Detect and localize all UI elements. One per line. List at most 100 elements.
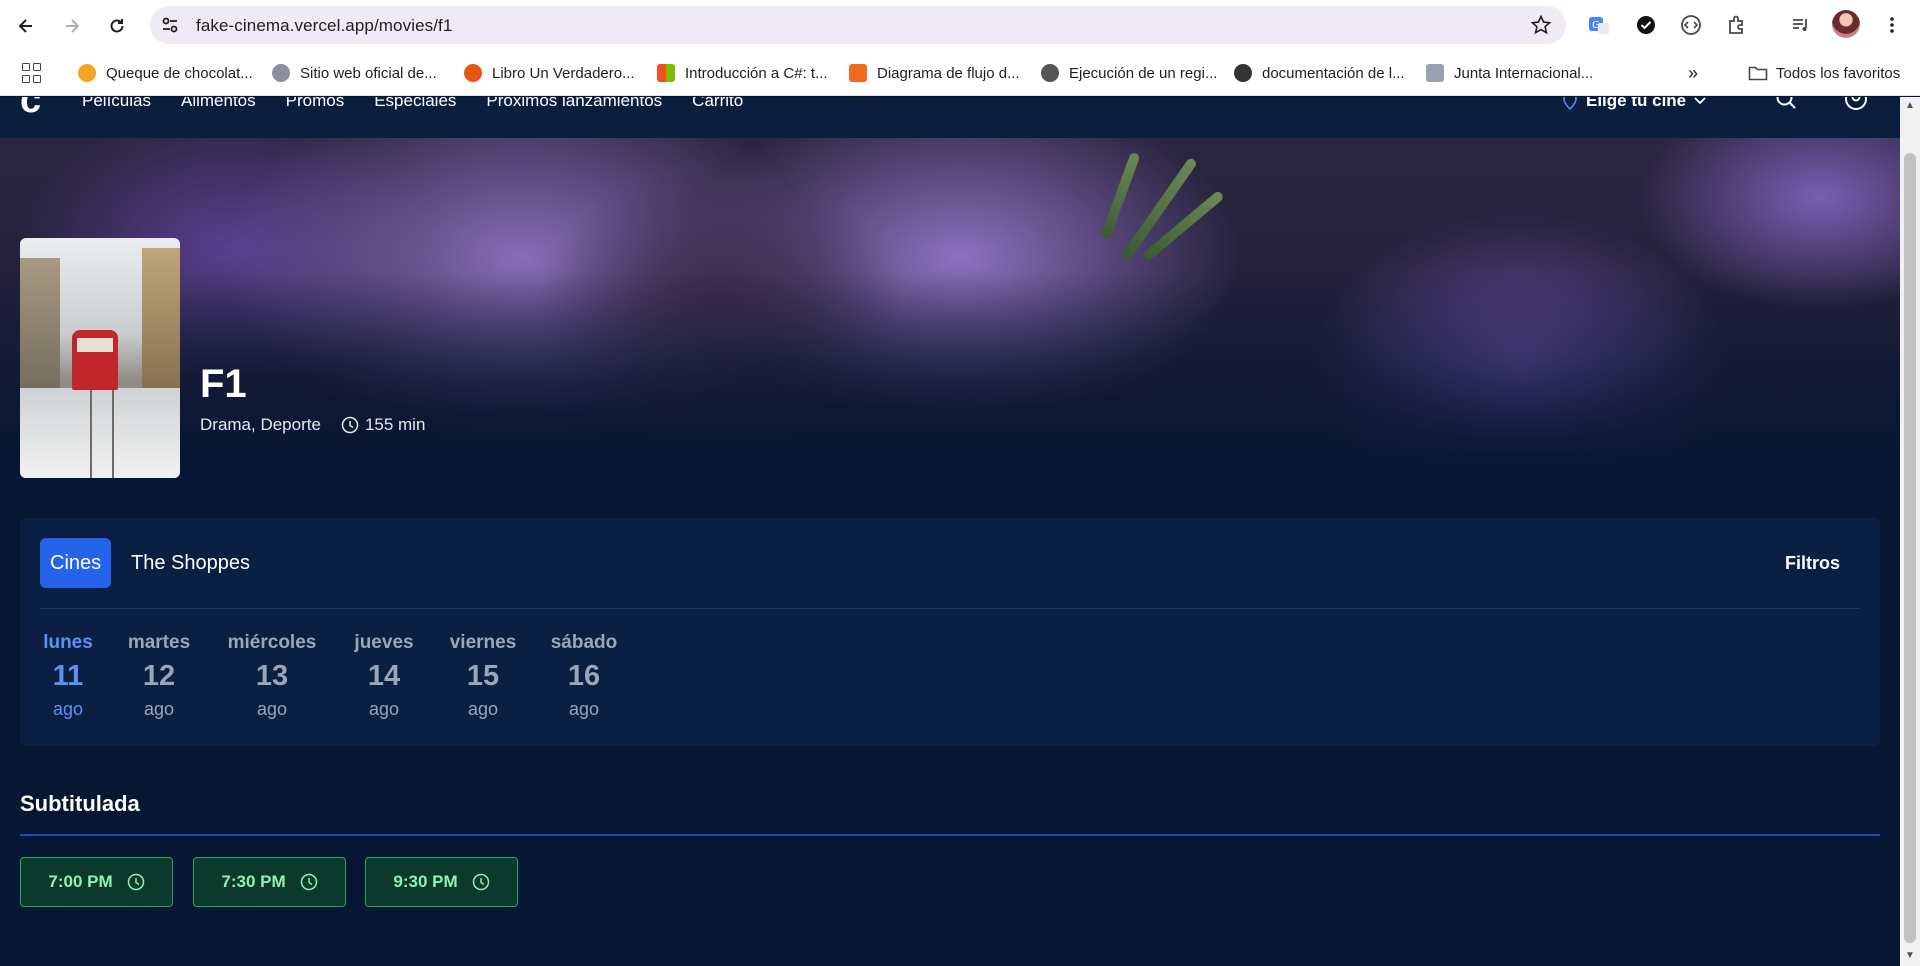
showtime-label: 7:30 PM — [221, 872, 286, 891]
bookmark-item[interactable]: Diagrama de flujo d... — [849, 62, 1020, 84]
bookmark-label: Junta Internacional... — [1454, 64, 1594, 82]
reload-icon — [110, 19, 124, 33]
folder-icon — [1748, 66, 1768, 81]
bookmark-favicon-icon — [849, 64, 867, 82]
bookmark-label: Ejecución de un regi... — [1069, 64, 1218, 82]
forward-arrow-icon — [66, 19, 80, 33]
menu-item-proximos[interactable]: Próximos lanzamientos — [486, 97, 662, 111]
movie-title: F1 — [200, 362, 247, 406]
day-month: ago — [256, 699, 288, 719]
day-selector-miercoles[interactable]: miércoles 13 ago — [222, 632, 322, 720]
apps-grid-icon[interactable] — [22, 63, 42, 83]
tab-the-shoppes[interactable]: The Shoppes — [131, 552, 250, 575]
bookmark-item[interactable]: Queque de chocolat... — [78, 62, 253, 84]
day-month: ago — [568, 699, 600, 719]
movie-poster — [20, 238, 180, 478]
section-underline — [20, 834, 1880, 836]
day-name: sábado — [550, 632, 618, 653]
bookmark-label: Diagrama de flujo d... — [877, 64, 1020, 82]
showtime-label: 7:00 PM — [48, 872, 113, 891]
extensions-puzzle-icon[interactable] — [1724, 12, 1750, 38]
forward-button[interactable] — [55, 9, 89, 43]
hero-gradient-overlay — [0, 138, 1900, 518]
microsoft-favicon-icon — [657, 64, 675, 82]
back-arrow-icon — [18, 19, 32, 33]
bookmark-item[interactable]: Junta Internacional... — [1426, 62, 1593, 84]
url-text[interactable]: fake-cinema.vercel.app/movies/f1 — [196, 16, 452, 36]
day-selector-sabado[interactable]: sábado 16 ago — [547, 632, 621, 720]
browser-menu-icon[interactable] — [1879, 12, 1905, 38]
bookmark-label: Queque de chocolat... — [106, 64, 253, 82]
day-selector-viernes[interactable]: viernes 15 ago — [445, 632, 521, 720]
bookmark-item[interactable]: documentación de l... — [1234, 62, 1405, 84]
bookmark-label: Introducción a C#: t... — [685, 64, 828, 82]
more-bookmarks-chevron-icon[interactable]: » — [1688, 62, 1698, 84]
choose-cinema-label: Elige tu cine — [1586, 97, 1687, 110]
code-extension-icon[interactable] — [1678, 12, 1704, 38]
bookmark-label: documentación de l... — [1262, 64, 1405, 82]
day-number: 14 — [367, 660, 401, 692]
check-extension-icon[interactable] — [1633, 12, 1659, 38]
day-month: ago — [143, 699, 175, 719]
reload-button[interactable] — [100, 9, 134, 43]
profile-avatar[interactable] — [1832, 10, 1860, 38]
site-info-icon[interactable] — [160, 15, 180, 35]
filters-button[interactable]: Filtros — [1785, 553, 1840, 574]
main-menu: Películas Alimentos Promos Especiales Pr… — [82, 97, 743, 111]
day-number: 16 — [567, 660, 601, 692]
chevron-down-icon — [1694, 97, 1706, 105]
menu-item-carrito[interactable]: Carrito — [692, 97, 743, 111]
schedule-panel: Cines The Shoppes Filtros lunes 11 ago m… — [20, 518, 1880, 746]
back-button[interactable] — [9, 9, 43, 43]
movie-meta: Drama, Deporte 155 min — [200, 415, 425, 435]
day-selector-jueves[interactable]: jueves 14 ago — [350, 632, 418, 720]
day-name: lunes — [43, 632, 93, 653]
media-control-icon[interactable] — [1788, 12, 1814, 38]
bookmark-item[interactable]: Ejecución de un regi... — [1041, 62, 1217, 84]
tab-cines[interactable]: Cines — [40, 538, 112, 588]
clock-icon — [472, 873, 489, 891]
site-logo[interactable]: c — [20, 97, 41, 122]
globe-favicon-icon — [1234, 64, 1252, 82]
scroll-down-arrow-icon[interactable]: ▼ — [1904, 950, 1916, 962]
choose-cinema-dropdown[interactable]: Elige tu cine — [1562, 97, 1706, 111]
day-selector-martes[interactable]: martes 12 ago — [122, 632, 196, 720]
menu-item-peliculas[interactable]: Películas — [82, 97, 151, 111]
showtime-button[interactable]: 7:30 PM — [193, 857, 346, 907]
format-section-title: Subtitulada — [20, 791, 140, 816]
showtime-button[interactable]: 7:00 PM — [20, 857, 173, 907]
bookmarks-bar: Queque de chocolat... Sitio web oficial … — [0, 50, 1920, 96]
bookmark-item[interactable]: Introducción a C#: t... — [657, 62, 828, 84]
menu-item-especiales[interactable]: Especiales — [374, 97, 456, 111]
day-selector-lunes[interactable]: lunes 11 ago — [40, 632, 96, 720]
location-pin-icon — [1563, 97, 1577, 110]
day-name: martes — [127, 632, 191, 653]
day-name: miércoles — [227, 632, 317, 653]
bookmark-label: Sitio web oficial de... — [300, 64, 437, 82]
day-number: 15 — [466, 660, 500, 692]
search-icon[interactable] — [1774, 97, 1798, 111]
bookmark-item[interactable]: Libro Un Verdadero... — [464, 62, 635, 84]
divider — [40, 608, 1860, 609]
showtime-button[interactable]: 9:30 PM — [365, 857, 518, 907]
movie-genres: Drama, Deporte — [200, 415, 321, 434]
day-number: 12 — [142, 660, 176, 692]
all-bookmarks-folder[interactable]: Todos los favoritos — [1748, 62, 1900, 84]
user-account-icon[interactable] — [1844, 97, 1868, 111]
day-month: ago — [52, 699, 84, 719]
bookmark-star-icon[interactable] — [1530, 14, 1552, 36]
day-name: viernes — [449, 632, 517, 653]
bookmark-favicon-icon — [464, 64, 482, 82]
page-viewport: c Películas Alimentos Promos Especiales … — [0, 97, 1900, 966]
scroll-up-arrow-icon[interactable]: ▲ — [1904, 100, 1916, 112]
menu-item-alimentos[interactable]: Alimentos — [181, 97, 256, 111]
scrollbar-thumb[interactable] — [1904, 153, 1916, 943]
clock-icon — [127, 873, 144, 891]
clock-icon — [300, 873, 317, 891]
translate-extension-icon[interactable]: G — [1586, 12, 1612, 38]
bookmark-favicon-icon — [1041, 64, 1059, 82]
address-bar[interactable]: fake-cinema.vercel.app/movies/f1 — [150, 6, 1566, 44]
day-number: 13 — [255, 660, 289, 692]
bookmark-item[interactable]: Sitio web oficial de... — [272, 62, 437, 84]
menu-item-promos[interactable]: Promos — [286, 97, 345, 111]
